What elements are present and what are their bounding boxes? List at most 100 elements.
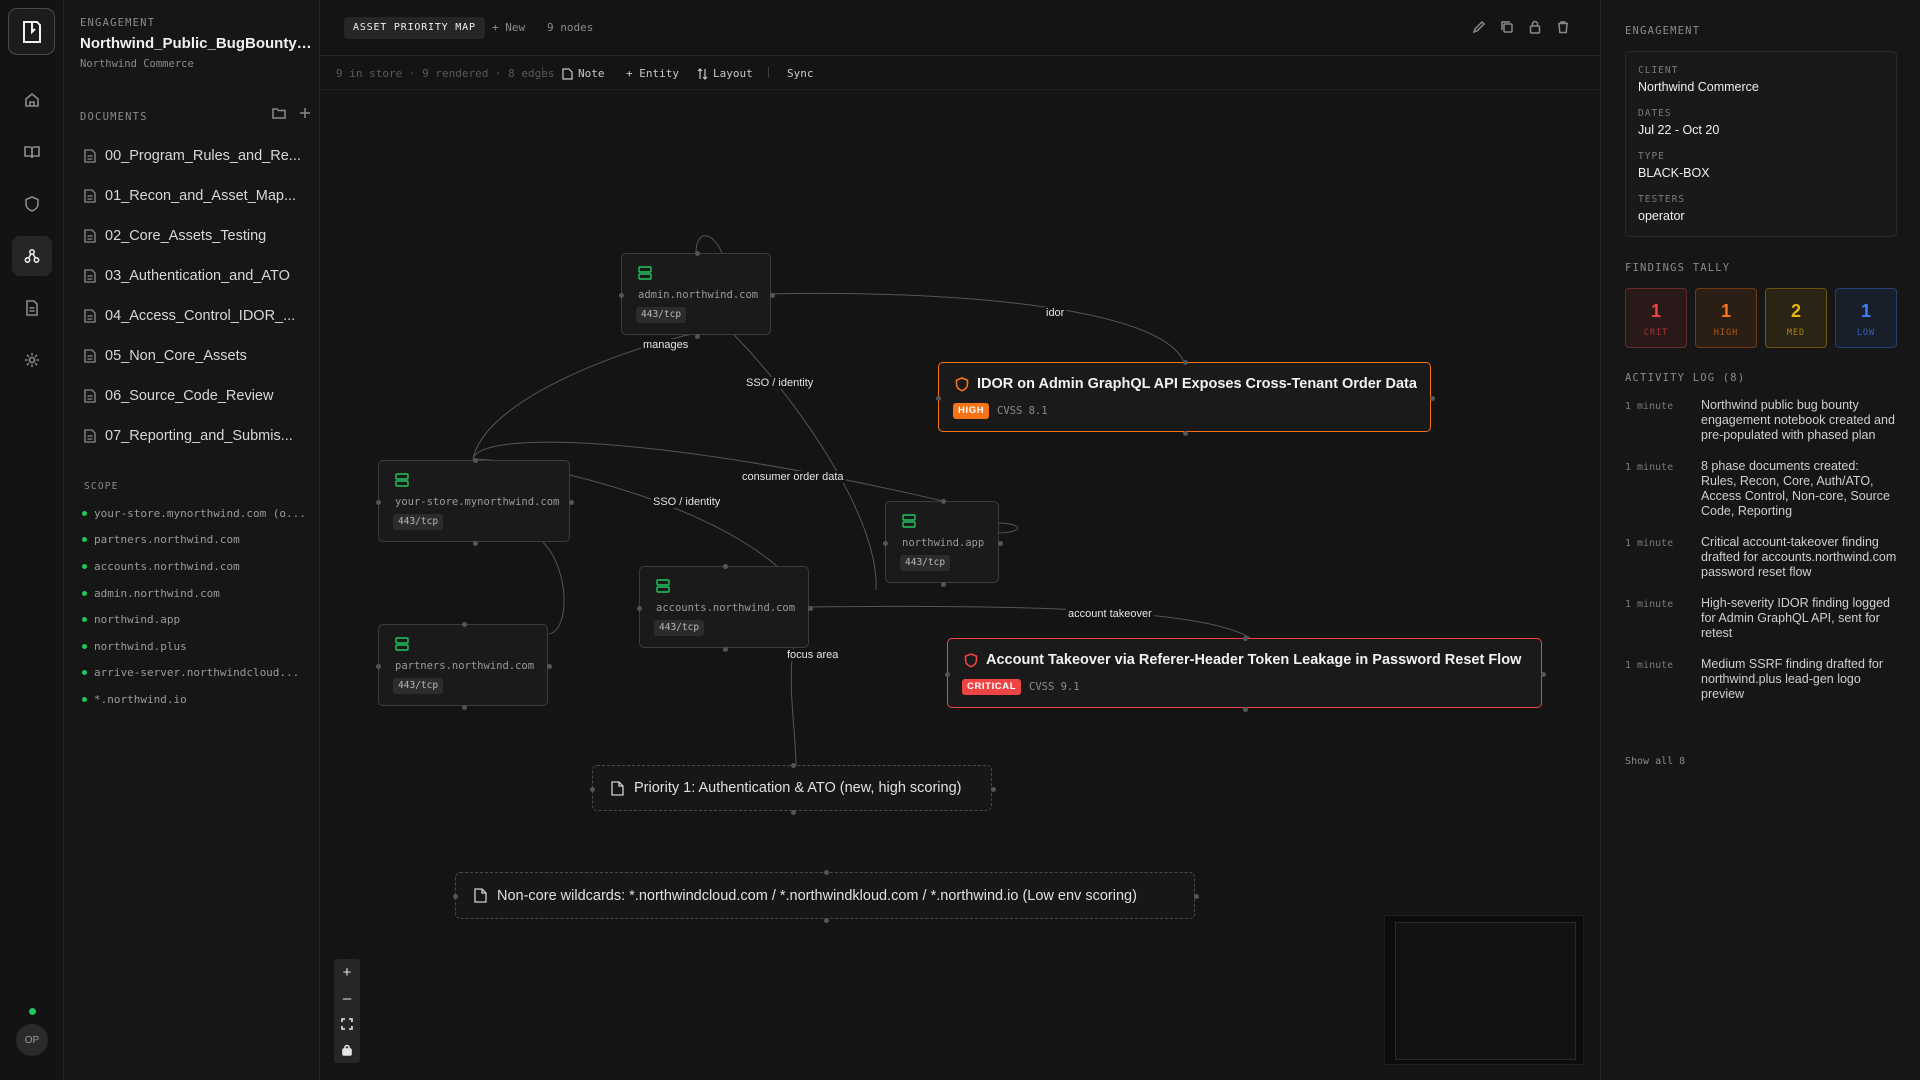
connection-handle[interactable] xyxy=(472,541,478,546)
connection-handle[interactable] xyxy=(936,395,941,401)
connection-handle[interactable] xyxy=(453,894,458,899)
connection-handle[interactable] xyxy=(991,786,996,792)
asset-node-partners[interactable]: partners.northwind.com 443/tcp xyxy=(376,622,552,710)
finding-node-idor[interactable]: IDOR on Admin GraphQL API Exposes Cross-… xyxy=(936,360,1435,436)
connection-handle[interactable] xyxy=(1194,894,1199,899)
asset-node-your-store[interactable]: your-store.mynorthwind.com 443/tcp xyxy=(376,458,574,546)
asset-node-accounts[interactable]: accounts.northwind.com 443/tcp xyxy=(637,564,813,652)
connection-handle[interactable] xyxy=(1243,707,1248,712)
connection-handle[interactable] xyxy=(569,499,574,505)
connection-handle[interactable] xyxy=(1183,360,1188,365)
app-logo-icon[interactable] xyxy=(8,8,55,55)
connection-handle[interactable] xyxy=(808,605,813,611)
duplicate-icon[interactable] xyxy=(1500,20,1514,34)
activity-item: 1 minute Medium SSRF finding drafted for … xyxy=(1625,657,1897,702)
connection-handle[interactable] xyxy=(376,499,381,505)
user-avatar[interactable]: OP xyxy=(16,1024,48,1056)
zoom-in-button[interactable]: + xyxy=(334,959,360,985)
document-item[interactable]: 03_Authentication_and_ATO xyxy=(76,256,316,296)
shield-icon[interactable] xyxy=(12,184,52,224)
connection-handle[interactable] xyxy=(1183,431,1188,436)
layout-button[interactable]: Layout xyxy=(697,67,753,80)
minimap[interactable] xyxy=(1384,915,1584,1065)
home-icon[interactable] xyxy=(12,80,52,120)
add-entity-button[interactable]: + Entity xyxy=(626,67,679,80)
connection-handle[interactable] xyxy=(1243,636,1248,641)
scope-item[interactable]: arrive-server.northwindcloud... xyxy=(82,660,316,687)
scope-item[interactable]: partners.northwind.com xyxy=(82,527,316,554)
connection-handle[interactable] xyxy=(790,763,796,768)
connection-handle[interactable] xyxy=(619,292,624,298)
note-node-priority[interactable]: Priority 1: Authentication & ATO (new, h… xyxy=(590,763,996,815)
finding-node-ato[interactable]: Account Takeover via Referer-Header Toke… xyxy=(945,636,1546,712)
connection-handle[interactable] xyxy=(694,251,700,256)
asset-port-badge: 443/tcp xyxy=(654,620,705,636)
tally-medium[interactable]: 2 MED xyxy=(1765,288,1827,348)
connection-handle[interactable] xyxy=(461,705,467,710)
connection-handle[interactable] xyxy=(722,564,728,569)
note-node-wildcards[interactable]: Non-core wildcards: *.northwindcloud.com… xyxy=(453,870,1199,923)
tally-low[interactable]: 1 LOW xyxy=(1835,288,1897,348)
connection-handle[interactable] xyxy=(376,663,381,669)
asset-node-northwind-app[interactable]: northwind.app 443/tcp xyxy=(883,499,1003,587)
connection-handle[interactable] xyxy=(461,622,467,627)
new-folder-icon[interactable] xyxy=(272,106,286,120)
document-item[interactable]: 00_Program_Rules_and_Re... xyxy=(76,136,316,176)
document-item[interactable]: 07_Reporting_and_Submis... xyxy=(76,416,316,456)
graph-icon[interactable] xyxy=(12,236,52,276)
document-item[interactable]: 06_Source_Code_Review xyxy=(76,376,316,416)
connection-handle[interactable] xyxy=(945,671,950,677)
scope-item[interactable]: accounts.northwind.com xyxy=(82,553,316,580)
activity-item: 1 minute High-severity IDOR finding logge… xyxy=(1625,596,1897,641)
lock-canvas-button[interactable] xyxy=(334,1037,360,1063)
scope-item[interactable]: admin.northwind.com xyxy=(82,580,316,607)
document-icon[interactable] xyxy=(12,288,52,328)
new-canvas-button[interactable]: + New xyxy=(492,21,525,34)
lock-icon[interactable] xyxy=(1528,20,1542,34)
zoom-out-button[interactable]: – xyxy=(334,985,360,1011)
connection-handle[interactable] xyxy=(823,918,829,923)
engagement-title[interactable]: Northwind_Public_BugBounty_... xyxy=(80,35,312,52)
connection-handle[interactable] xyxy=(590,786,595,792)
tally-high[interactable]: 1 HIGH xyxy=(1695,288,1757,348)
connection-handle[interactable] xyxy=(998,540,1003,546)
scope-item[interactable]: northwind.app xyxy=(82,606,316,633)
add-note-button[interactable]: Note xyxy=(562,67,605,80)
edge-app-selfloop xyxy=(995,522,1018,534)
connection-handle[interactable] xyxy=(883,540,888,546)
settings-gear-icon[interactable] xyxy=(12,340,52,380)
document-item[interactable]: 02_Core_Assets_Testing xyxy=(76,216,316,256)
edit-icon[interactable] xyxy=(1472,20,1486,34)
connection-handle[interactable] xyxy=(637,605,642,611)
document-title: 04_Access_Control_IDOR_... xyxy=(105,308,296,324)
tab-asset-priority-map[interactable]: ASSET PRIORITY MAP xyxy=(344,17,485,39)
trash-icon[interactable] xyxy=(1556,20,1570,34)
document-item[interactable]: 01_Recon_and_Asset_Map... xyxy=(76,176,316,216)
sync-button[interactable]: Sync xyxy=(787,67,814,80)
connection-handle[interactable] xyxy=(940,499,946,504)
show-all-activity-link[interactable]: Show all 8 xyxy=(1625,756,1685,767)
graph-canvas[interactable]: admin.northwind.com 443/tcp your-store.m… xyxy=(320,90,1600,1080)
document-item[interactable]: 04_Access_Control_IDOR_... xyxy=(76,296,316,336)
connection-handle[interactable] xyxy=(1430,395,1435,401)
connection-handle[interactable] xyxy=(790,810,796,815)
connection-handle[interactable] xyxy=(694,334,700,339)
document-item[interactable]: 05_Non_Core_Assets xyxy=(76,336,316,376)
connection-handle[interactable] xyxy=(940,582,946,587)
tally-critical[interactable]: 1 CRIT xyxy=(1625,288,1687,348)
scope-item[interactable]: northwind.plus xyxy=(82,633,316,660)
scope-item[interactable]: *.northwind.io xyxy=(82,686,316,713)
connection-handle[interactable] xyxy=(722,647,728,652)
book-icon[interactable] xyxy=(12,132,52,172)
minimap-viewport[interactable] xyxy=(1395,922,1576,1060)
fit-view-button[interactable] xyxy=(334,1011,360,1037)
scope-item[interactable]: your-store.mynorthwind.com (o... xyxy=(82,500,316,527)
connection-handle[interactable] xyxy=(1541,671,1546,677)
asset-node-admin[interactable]: admin.northwind.com 443/tcp xyxy=(619,251,775,339)
document-list: 00_Program_Rules_and_Re... 01_Recon_and_… xyxy=(76,136,316,456)
connection-handle[interactable] xyxy=(770,292,775,298)
connection-handle[interactable] xyxy=(472,458,478,463)
connection-handle[interactable] xyxy=(823,870,829,875)
connection-handle[interactable] xyxy=(547,663,552,669)
add-document-icon[interactable] xyxy=(298,106,312,120)
